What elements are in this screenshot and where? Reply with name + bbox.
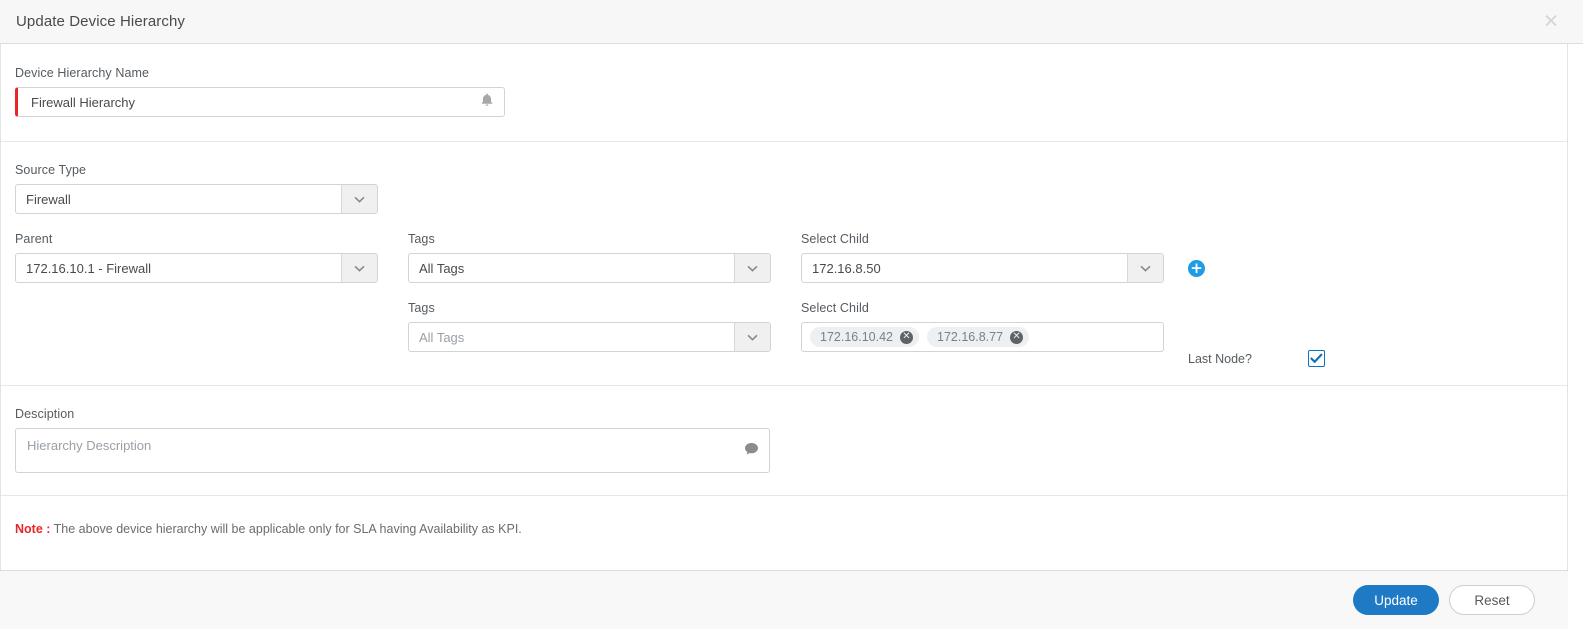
chip[interactable]: 172.16.8.77 ✕ — [927, 327, 1030, 347]
select-child-chips-2[interactable]: 172.16.10.42 ✕ 172.16.8.77 ✕ — [801, 322, 1164, 352]
description-input-wrap: Hierarchy Description — [15, 428, 770, 473]
parent-value: 172.16.10.1 - Firewall — [26, 260, 152, 276]
parent-label: Parent — [15, 232, 53, 246]
select-child-select-1[interactable]: 172.16.8.50 — [801, 253, 1164, 283]
tags-value-1: All Tags — [419, 260, 465, 276]
tags-select-1[interactable]: All Tags — [408, 253, 771, 283]
chip[interactable]: 172.16.10.42 ✕ — [810, 327, 919, 347]
hierarchy-name-input[interactable]: Firewall Hierarchy — [15, 87, 505, 117]
hierarchy-name-section: Device Hierarchy Name Firewall Hierarchy — [1, 44, 1567, 141]
chip-remove-icon[interactable]: ✕ — [1010, 330, 1024, 344]
select-child-field-1: Select Child 172.16.8.50 — [801, 232, 1164, 283]
comment-icon — [744, 442, 759, 460]
chevron-down-icon[interactable] — [734, 254, 770, 282]
chip-remove-icon[interactable]: ✕ — [900, 330, 913, 344]
update-button[interactable]: Update — [1353, 585, 1439, 615]
note-body: The above device hierarchy will be appli… — [53, 522, 522, 536]
last-node-checkbox[interactable] — [1308, 350, 1325, 367]
last-node-row: Last Node? — [1188, 350, 1398, 367]
source-type-value: Firewall — [26, 191, 71, 207]
reset-button[interactable]: Reset — [1449, 585, 1535, 615]
update-device-hierarchy-modal: Update Device Hierarchy ✕ Device Hierarc… — [0, 0, 1583, 629]
modal-header: Update Device Hierarchy ✕ — [0, 0, 1583, 44]
chevron-down-icon[interactable] — [734, 323, 770, 351]
note-section: Note : The above device hierarchy will b… — [1, 496, 1567, 558]
tags-select-2[interactable]: All Tags — [408, 322, 771, 352]
close-icon[interactable]: ✕ — [1543, 12, 1559, 31]
tags-label-1: Tags — [408, 232, 435, 246]
tags-label-2: Tags — [408, 301, 435, 315]
select-child-field-2: Select Child 172.16.10.42 ✕ 172.16.8.77 … — [801, 301, 1164, 352]
source-type-label: Source Type — [15, 163, 87, 177]
hierarchy-name-label: Device Hierarchy Name — [15, 66, 150, 80]
chevron-down-icon[interactable] — [341, 185, 377, 213]
source-type-select[interactable]: Firewall — [15, 184, 378, 214]
page-title: Update Device Hierarchy — [16, 13, 186, 30]
description-section: Desciption Hierarchy Description — [1, 386, 1567, 495]
note-text: Note : The above device hierarchy will b… — [15, 522, 1553, 536]
tags-field-2: Tags All Tags — [408, 301, 771, 352]
modal-footer: Update Reset — [0, 570, 1568, 629]
chip-label: 172.16.10.42 — [820, 330, 893, 344]
tags-field-1: Tags All Tags — [408, 232, 771, 283]
parent-select[interactable]: 172.16.10.1 - Firewall — [15, 253, 378, 283]
hierarchy-name-input-wrap: Firewall Hierarchy — [15, 87, 505, 117]
fields-section: Source Type Firewall Parent 172.16.10.1 … — [1, 142, 1567, 385]
description-input[interactable]: Hierarchy Description — [15, 428, 770, 473]
chevron-down-icon[interactable] — [1127, 254, 1163, 282]
row-2-actions: Last Node? — [1188, 301, 1398, 367]
add-row-button[interactable]: + — [1188, 260, 1205, 277]
hierarchy-row-2: Tags All Tags Select Child 172.16.10.42 … — [15, 301, 1553, 367]
chip-label: 172.16.8.77 — [937, 330, 1004, 344]
hierarchy-row-1: Parent 172.16.10.1 - Firewall Tags All T… — [15, 232, 1553, 283]
source-type-field: Source Type Firewall — [15, 163, 378, 214]
select-child-label-2: Select Child — [801, 301, 869, 315]
select-child-label-1: Select Child — [801, 232, 869, 246]
tags-value-2: All Tags — [419, 329, 465, 345]
select-child-value-1: 172.16.8.50 — [812, 260, 881, 276]
row-1-actions: + — [1188, 232, 1398, 278]
last-node-label: Last Node? — [1188, 351, 1252, 366]
modal-body: Device Hierarchy Name Firewall Hierarchy… — [0, 44, 1568, 570]
note-prefix: Note : — [15, 522, 51, 536]
parent-field: Parent 172.16.10.1 - Firewall — [15, 232, 378, 283]
description-label: Desciption — [15, 407, 75, 421]
chevron-down-icon[interactable] — [341, 254, 377, 282]
